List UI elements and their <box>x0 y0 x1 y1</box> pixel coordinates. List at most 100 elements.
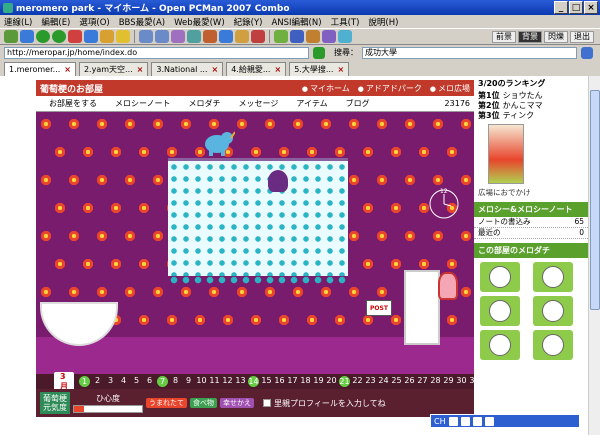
rank-item[interactable]: 第1位 ショウたん <box>474 91 588 101</box>
forward-icon[interactable] <box>52 30 66 43</box>
calendar-day[interactable]: 6 <box>143 376 156 387</box>
menu-item-bbs-fav[interactable]: BBS最愛(A) <box>119 16 165 28</box>
friend-avatar[interactable] <box>480 330 520 360</box>
calendar-day[interactable]: 3 <box>104 376 117 387</box>
calendar-day[interactable]: 23 <box>364 376 377 387</box>
disconnect-icon[interactable] <box>20 30 34 43</box>
nav-item[interactable]: アイテム <box>287 98 336 109</box>
exit-button[interactable]: 退出 <box>570 30 594 43</box>
back-icon[interactable] <box>36 30 50 43</box>
go-icon[interactable] <box>313 46 325 59</box>
calendar-day[interactable]: 20 <box>325 376 338 387</box>
fg-color-button[interactable]: 前景 <box>492 30 516 43</box>
hanging-lamp[interactable] <box>268 170 288 192</box>
nav-room[interactable]: お部屋をする <box>40 98 106 109</box>
ranking-thumbnail[interactable] <box>488 124 524 184</box>
calendar-day[interactable]: 4 <box>117 376 130 387</box>
link-my-home[interactable]: マイホーム <box>302 83 350 94</box>
refresh-icon[interactable] <box>84 30 98 43</box>
ime-icon[interactable] <box>472 416 482 426</box>
blink-button[interactable]: 閃爍 <box>544 30 568 43</box>
calendar-day[interactable]: 29 <box>442 376 455 387</box>
folder-icon[interactable] <box>235 30 249 43</box>
friend-avatar[interactable] <box>533 262 573 292</box>
door[interactable] <box>404 270 440 345</box>
calendar-day[interactable]: 15 <box>260 376 273 387</box>
tab-1[interactable]: 1.meromer... × <box>4 62 76 76</box>
menu-item-help[interactable]: 說明(H) <box>368 16 398 28</box>
elephant-icon[interactable] <box>201 128 235 156</box>
close-tab-icon[interactable]: × <box>64 65 71 74</box>
favorites-icon[interactable] <box>116 30 130 43</box>
nav-message[interactable]: メッセージ <box>230 98 288 109</box>
post-mailbox[interactable]: POST <box>366 300 392 316</box>
google-search-icon[interactable] <box>581 46 593 59</box>
calendar-day[interactable]: 16 <box>273 376 286 387</box>
scrollbar-thumb[interactable] <box>590 90 600 310</box>
calendar-day[interactable]: 24 <box>377 376 390 387</box>
calendar-day[interactable]: 17 <box>286 376 299 387</box>
search-input[interactable]: 成功大學 <box>362 46 577 59</box>
nav-note[interactable]: メロシーノート <box>106 98 180 109</box>
web-icon[interactable] <box>290 30 304 43</box>
menu-item-ansi[interactable]: ANSI編輯(N) <box>271 16 321 28</box>
help-icon[interactable] <box>338 30 352 43</box>
theme-icon[interactable] <box>322 30 336 43</box>
ime-language[interactable]: CH <box>434 417 446 426</box>
copy-icon[interactable] <box>139 30 153 43</box>
friend-avatar[interactable] <box>533 330 573 360</box>
screen-icon[interactable] <box>219 30 233 43</box>
status-button-happy[interactable]: 幸せかえ <box>220 398 254 408</box>
rank-item[interactable]: 第2位 かんこママ <box>474 101 588 111</box>
clock-icon[interactable]: 12 <box>424 184 464 224</box>
calendar-day[interactable]: 28 <box>429 376 442 387</box>
home-icon[interactable] <box>100 30 114 43</box>
calendar-day[interactable]: 14 <box>248 376 259 387</box>
lock-icon[interactable] <box>251 30 265 43</box>
room-scene[interactable]: 12 POST <box>36 112 474 374</box>
paste-icon[interactable] <box>155 30 169 43</box>
lantern[interactable] <box>438 272 458 300</box>
link-ad-park[interactable]: アドアドパーク <box>358 83 422 94</box>
calendar-day[interactable]: 22 <box>351 376 364 387</box>
friend-avatar[interactable] <box>480 296 520 326</box>
nav-blog[interactable]: ブログ <box>337 98 379 109</box>
profile-checkbox[interactable] <box>263 399 271 407</box>
menu-item-connect[interactable]: 連線(L) <box>4 16 32 28</box>
ime-icon[interactable] <box>484 416 494 426</box>
menu-item-history[interactable]: 紀錄(Y) <box>234 16 263 28</box>
rank-item[interactable]: 第3位 ティンク <box>474 111 588 121</box>
calendar-day[interactable]: 21 <box>339 376 350 387</box>
note-row[interactable]: 最近の 0 <box>474 228 588 239</box>
calendar-day[interactable]: 10 <box>195 376 208 387</box>
calendar-day[interactable]: 13 <box>234 376 247 387</box>
close-button[interactable]: × <box>584 1 598 14</box>
calendar-day[interactable]: 19 <box>312 376 325 387</box>
calendar-day[interactable]: 25 <box>390 376 403 387</box>
tab-4[interactable]: 4.給親愛... × <box>226 62 287 76</box>
menu-item-edit[interactable]: 編輯(E) <box>41 16 70 28</box>
menu-item-options[interactable]: 選項(O) <box>79 16 109 28</box>
menu-item-web-fav[interactable]: Web最愛(W) <box>174 16 225 28</box>
url-input[interactable]: http://meropar.jp/home/index.do <box>4 46 309 59</box>
calendar-day[interactable]: 9 <box>182 376 195 387</box>
calendar-day[interactable]: 11 <box>208 376 221 387</box>
connect-icon[interactable] <box>4 30 18 43</box>
nav-friends[interactable]: メロダチ <box>180 98 230 109</box>
close-tab-icon[interactable]: × <box>137 65 144 74</box>
tab-3[interactable]: 3.National ... × <box>151 62 224 76</box>
calendar-day[interactable]: 12 <box>221 376 234 387</box>
close-tab-icon[interactable]: × <box>274 65 281 74</box>
goto-square-link[interactable]: 広場におでかけ <box>474 187 588 198</box>
bbs-icon[interactable] <box>274 30 288 43</box>
note-row[interactable]: ノートの書込み 65 <box>474 217 588 228</box>
link-mero-square[interactable]: メロ広場 <box>430 83 470 94</box>
ime-icon[interactable] <box>448 416 458 426</box>
font-icon[interactable] <box>187 30 201 43</box>
settings-icon[interactable] <box>203 30 217 43</box>
vertical-scrollbar[interactable] <box>588 76 600 435</box>
minimize-button[interactable]: _ <box>554 1 568 14</box>
status-button-food[interactable]: 食べ物 <box>190 398 217 408</box>
calendar-day[interactable]: 26 <box>403 376 416 387</box>
calendar-day[interactable]: 27 <box>416 376 429 387</box>
